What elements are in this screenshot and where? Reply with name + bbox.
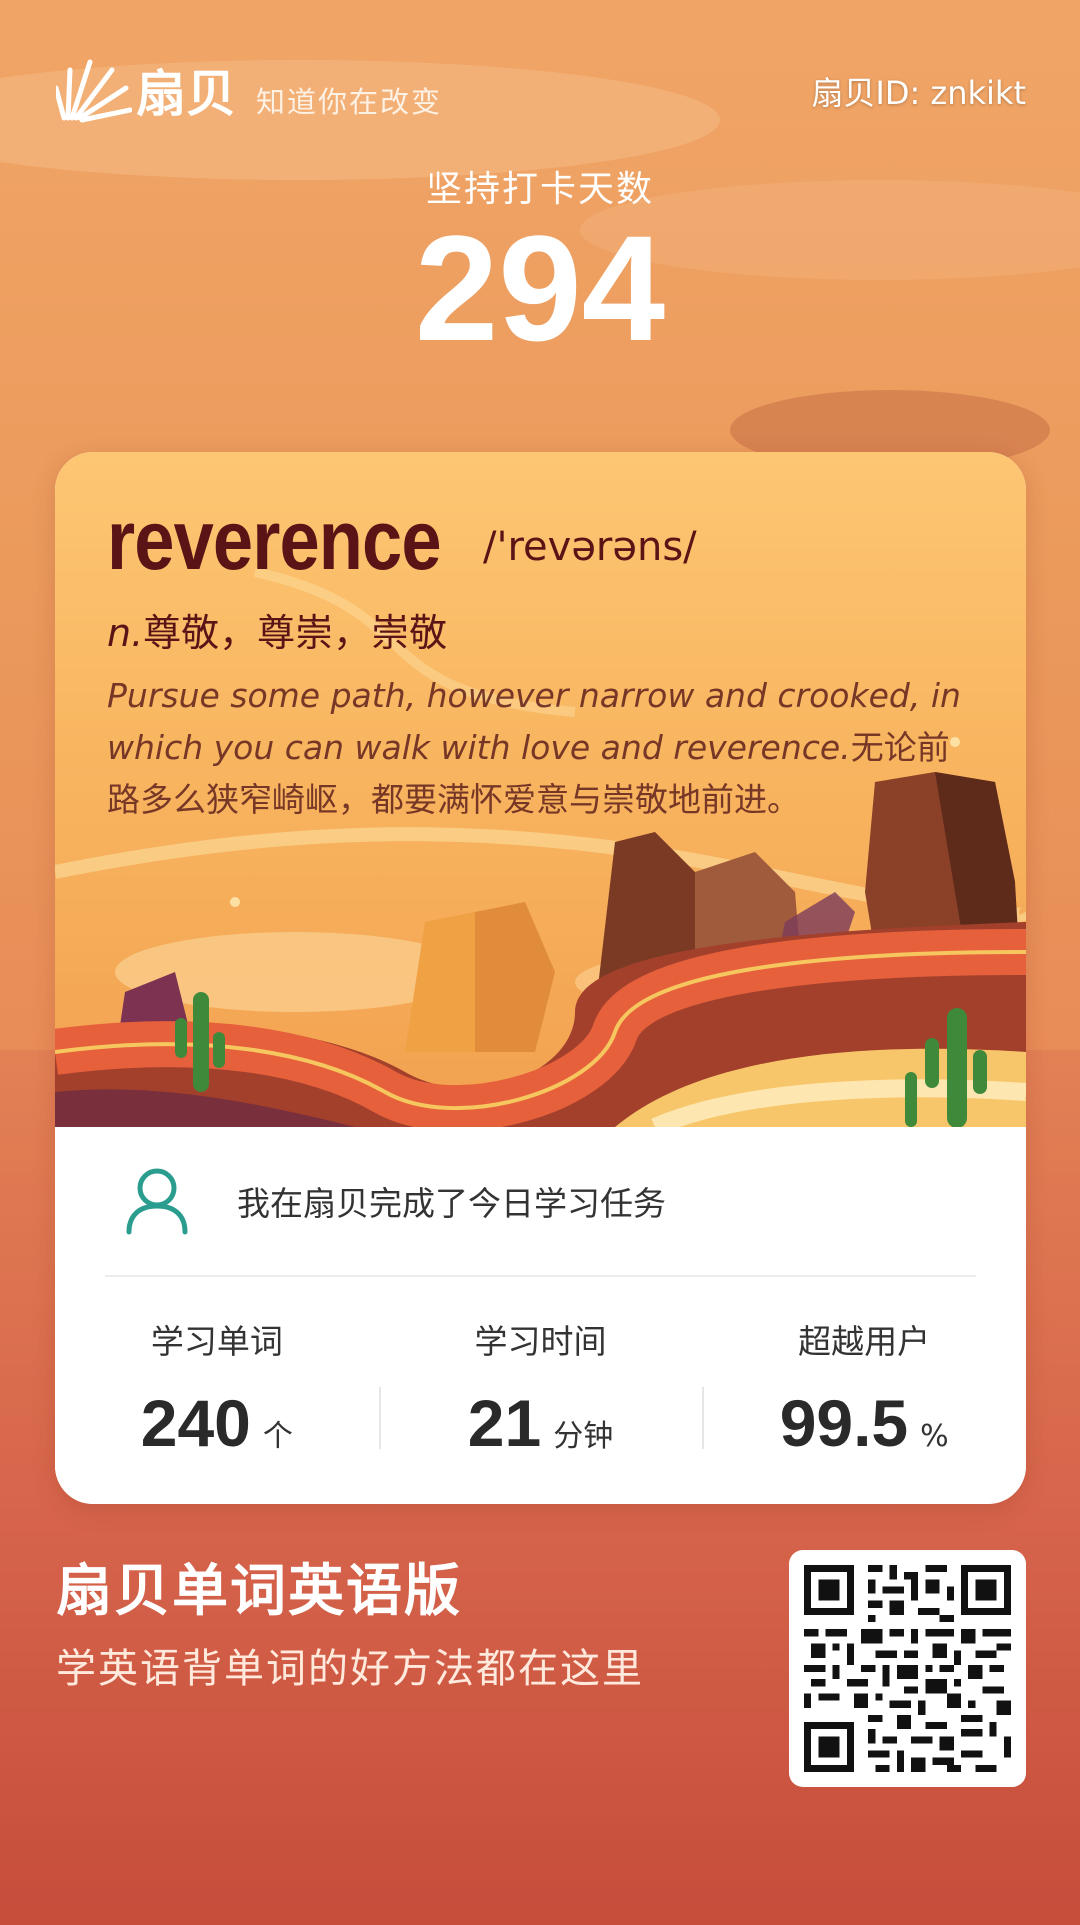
stat-value: 21	[467, 1386, 542, 1460]
task-text: 我在扇贝完成了今日学习任务	[237, 1184, 666, 1223]
vocab-word: reverence	[107, 493, 442, 587]
user-icon	[126, 1168, 188, 1235]
desert-illustration: reverence /'revərəns/ n.尊敬，尊崇，崇敬 Pursue …	[55, 452, 1026, 1127]
brand-name: 扇贝	[136, 65, 236, 123]
example-en: Pursue some path, however narrow and cro…	[107, 676, 961, 767]
stat-percentile: 超越用户 99.5 %	[702, 1277, 1026, 1504]
app-tagline: 学英语背单词的好方法都在这里	[56, 1646, 644, 1692]
brand-slogan: 知道你在改变	[256, 85, 443, 119]
streak-value: 294	[414, 204, 666, 372]
stat-unit: 分钟	[553, 1419, 614, 1454]
vocab-definition: n.尊敬，尊崇，崇敬	[107, 602, 447, 657]
word-card: reverence /'revərəns/ n.尊敬，尊崇，崇敬 Pursue …	[55, 452, 1026, 1504]
stat-label: 学习单词	[150, 1322, 283, 1361]
brand-logo: 扇贝 知道你在改变	[56, 58, 442, 124]
part-of-speech: n.	[107, 611, 144, 655]
definition-text: 尊敬，尊崇，崇敬	[143, 611, 448, 655]
stats-row: 学习单词 240 个 学习时间 21 分钟 超越用户 99.5 %	[55, 1277, 1026, 1504]
app-name: 扇贝单词英语版	[56, 1559, 462, 1624]
shell-fan-icon	[56, 59, 132, 123]
example-sentence: Pursue some path, however narrow and cro…	[107, 670, 977, 826]
stat-value: 240	[140, 1386, 251, 1460]
vocab-phonetic: /'revərəns/	[483, 524, 697, 570]
stat-label: 学习时间	[474, 1322, 607, 1361]
stat-label: 超越用户	[798, 1322, 931, 1361]
qr-code[interactable]	[789, 1550, 1026, 1787]
task-row: 我在扇贝完成了今日学习任务	[105, 1127, 976, 1277]
study-summary: 我在扇贝完成了今日学习任务 学习单词 240 个 学习时间 21 分钟 超越用户	[55, 1127, 1026, 1504]
stat-words: 学习单词 240 个	[55, 1277, 379, 1504]
qr-code-icon	[804, 1565, 1011, 1772]
stat-time: 学习时间 21 分钟	[378, 1277, 703, 1504]
stat-unit: 个	[262, 1419, 293, 1454]
stat-unit: %	[920, 1419, 949, 1454]
user-id: 扇贝ID: znkikt	[811, 74, 1026, 112]
stat-value: 99.5	[779, 1386, 909, 1460]
